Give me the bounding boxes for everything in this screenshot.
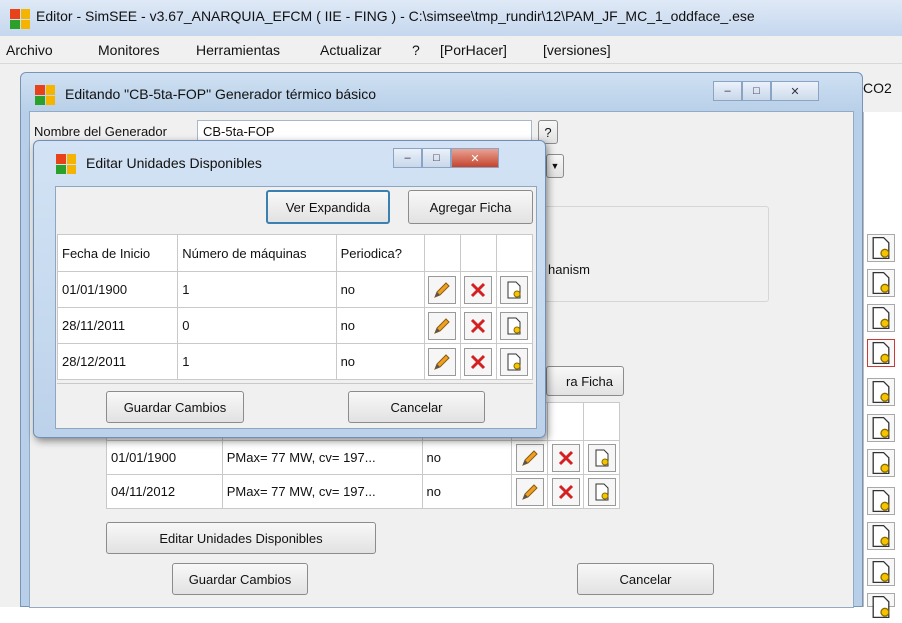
menu-herramientas[interactable]: Herramientas — [196, 42, 280, 58]
table-row[interactable]: 04/11/2012 PMax= 77 MW, cv= 197... no — [106, 474, 620, 509]
bg-new-sheet-icon[interactable] — [867, 558, 895, 586]
bg-new-sheet-icon[interactable] — [867, 304, 895, 332]
column-header[interactable]: Número de máquinas — [177, 234, 337, 272]
bg-new-sheet-icon[interactable] — [867, 593, 895, 619]
menu-porhacer[interactable]: [PorHacer] — [440, 42, 507, 58]
save-changes-button[interactable]: Guardar Cambios — [106, 391, 244, 423]
save-changes-button[interactable]: Guardar Cambios — [172, 563, 308, 595]
table-row[interactable]: 28/11/2011 0 no — [56, 307, 534, 344]
pencil-icon[interactable] — [515, 443, 544, 472]
pencil-icon[interactable] — [428, 347, 457, 376]
add-sheet-button[interactable]: Agregar Ficha — [408, 190, 533, 224]
red-x-icon[interactable] — [464, 275, 493, 304]
new-sheet-icon[interactable] — [587, 477, 616, 506]
edit-window-controls: ‒ □ ✕ — [713, 81, 819, 101]
row-date: 28/11/2011 — [56, 307, 179, 344]
units-table: Fecha de Inicio Número de máquinas Perio… — [56, 234, 534, 380]
table-row[interactable]: 01/01/1900 1 no — [56, 271, 534, 308]
menu-versiones[interactable]: [versiones] — [543, 42, 611, 58]
units-header-row: Fecha de Inicio Número de máquinas Perio… — [56, 234, 534, 272]
row-date: 01/01/1900 — [106, 440, 223, 475]
add-sheet-button[interactable]: ra Ficha — [546, 366, 624, 396]
main-title-bar: Editor - SimSEE - v3.67_ANARQUIA_EFCM ( … — [0, 0, 902, 36]
row-periodic: no — [335, 343, 425, 380]
co2-column-header: CO2 — [863, 80, 892, 96]
mechanism-group — [544, 206, 769, 302]
maximize-icon[interactable]: □ — [422, 148, 451, 168]
bg-new-sheet-icon[interactable] — [867, 378, 895, 406]
row-periodic: no — [421, 474, 513, 509]
red-x-icon[interactable] — [464, 347, 493, 376]
edit-window-title: Editando "CB-5ta-FOP" Generador térmico … — [65, 86, 377, 102]
new-sheet-icon[interactable] — [500, 275, 529, 304]
bg-new-sheet-icon[interactable] — [867, 339, 895, 367]
new-sheet-icon[interactable] — [587, 443, 616, 472]
app-logo-icon — [35, 85, 55, 105]
menu-monitores[interactable]: Monitores — [98, 42, 159, 58]
row-date: 28/12/2011 — [56, 343, 179, 380]
view-expanded-button[interactable]: Ver Expandida — [266, 190, 390, 224]
table-row[interactable]: 01/01/1900 PMax= 77 MW, cv= 197... no — [106, 440, 620, 475]
edit-units-button[interactable]: Editar Unidades Disponibles — [106, 522, 376, 554]
pencil-icon[interactable] — [515, 477, 544, 506]
menu-actualizar[interactable]: Actualizar — [320, 42, 381, 58]
cancel-button[interactable]: Cancelar — [348, 391, 485, 423]
row-date: 01/01/1900 — [56, 271, 179, 308]
units-dialog-controls: ‒ □ ✕ — [393, 148, 499, 168]
row-params: PMax= 77 MW, cv= 197... — [221, 440, 423, 475]
pencil-icon[interactable] — [428, 311, 457, 340]
row-params: PMax= 77 MW, cv= 197... — [221, 474, 423, 509]
minimize-icon[interactable]: ‒ — [713, 81, 742, 101]
new-sheet-icon[interactable] — [500, 347, 529, 376]
bg-new-sheet-icon[interactable] — [867, 414, 895, 442]
red-x-icon[interactable] — [551, 443, 580, 472]
menu-archivo[interactable]: Archivo — [6, 42, 53, 58]
main-window-title: Editor - SimSEE - v3.67_ANARQUIA_EFCM ( … — [36, 8, 755, 24]
red-x-icon[interactable] — [464, 311, 493, 340]
edit-units-dialog: Editar Unidades Disponibles ‒ □ ✕ Ver Ex… — [33, 140, 546, 438]
bg-new-sheet-icon[interactable] — [867, 522, 895, 550]
app-logo-icon — [56, 154, 76, 174]
row-periodic: no — [335, 307, 425, 344]
menu-help[interactable]: ? — [412, 42, 420, 58]
row-machines: 1 — [177, 343, 337, 380]
red-x-icon[interactable] — [551, 477, 580, 506]
column-header[interactable]: Fecha de Inicio — [56, 234, 179, 272]
units-dialog-client: Ver Expandida Agregar Ficha Fecha de Ini… — [55, 186, 537, 429]
close-icon[interactable]: ✕ — [451, 148, 499, 168]
bg-new-sheet-icon[interactable] — [867, 269, 895, 297]
app-logo-icon — [10, 9, 30, 29]
new-sheet-icon[interactable] — [500, 311, 529, 340]
pencil-icon[interactable] — [428, 275, 457, 304]
main-menu-bar: Archivo Monitores Herramientas Actualiza… — [0, 36, 902, 64]
minimize-icon[interactable]: ‒ — [393, 148, 422, 168]
bg-new-sheet-icon[interactable] — [867, 234, 895, 262]
row-periodic: no — [421, 440, 513, 475]
units-dialog-title: Editar Unidades Disponibles — [86, 155, 262, 171]
row-date: 04/11/2012 — [106, 474, 223, 509]
row-machines: 0 — [177, 307, 337, 344]
bg-new-sheet-icon[interactable] — [867, 487, 895, 515]
column-header[interactable]: Periodica? — [335, 234, 425, 272]
generator-name-label: Nombre del Generador — [34, 124, 167, 139]
dropdown-arrow-icon[interactable]: ▼ — [546, 154, 564, 178]
cancel-button[interactable]: Cancelar — [577, 563, 714, 595]
table-divider — [57, 383, 533, 384]
row-periodic: no — [335, 271, 425, 308]
mechanism-label: hanism — [548, 262, 590, 277]
bg-new-sheet-icon[interactable] — [867, 449, 895, 477]
close-icon[interactable]: ✕ — [771, 81, 819, 101]
row-machines: 1 — [177, 271, 337, 308]
maximize-icon[interactable]: □ — [742, 81, 771, 101]
table-row[interactable]: 28/12/2011 1 no — [56, 343, 534, 380]
